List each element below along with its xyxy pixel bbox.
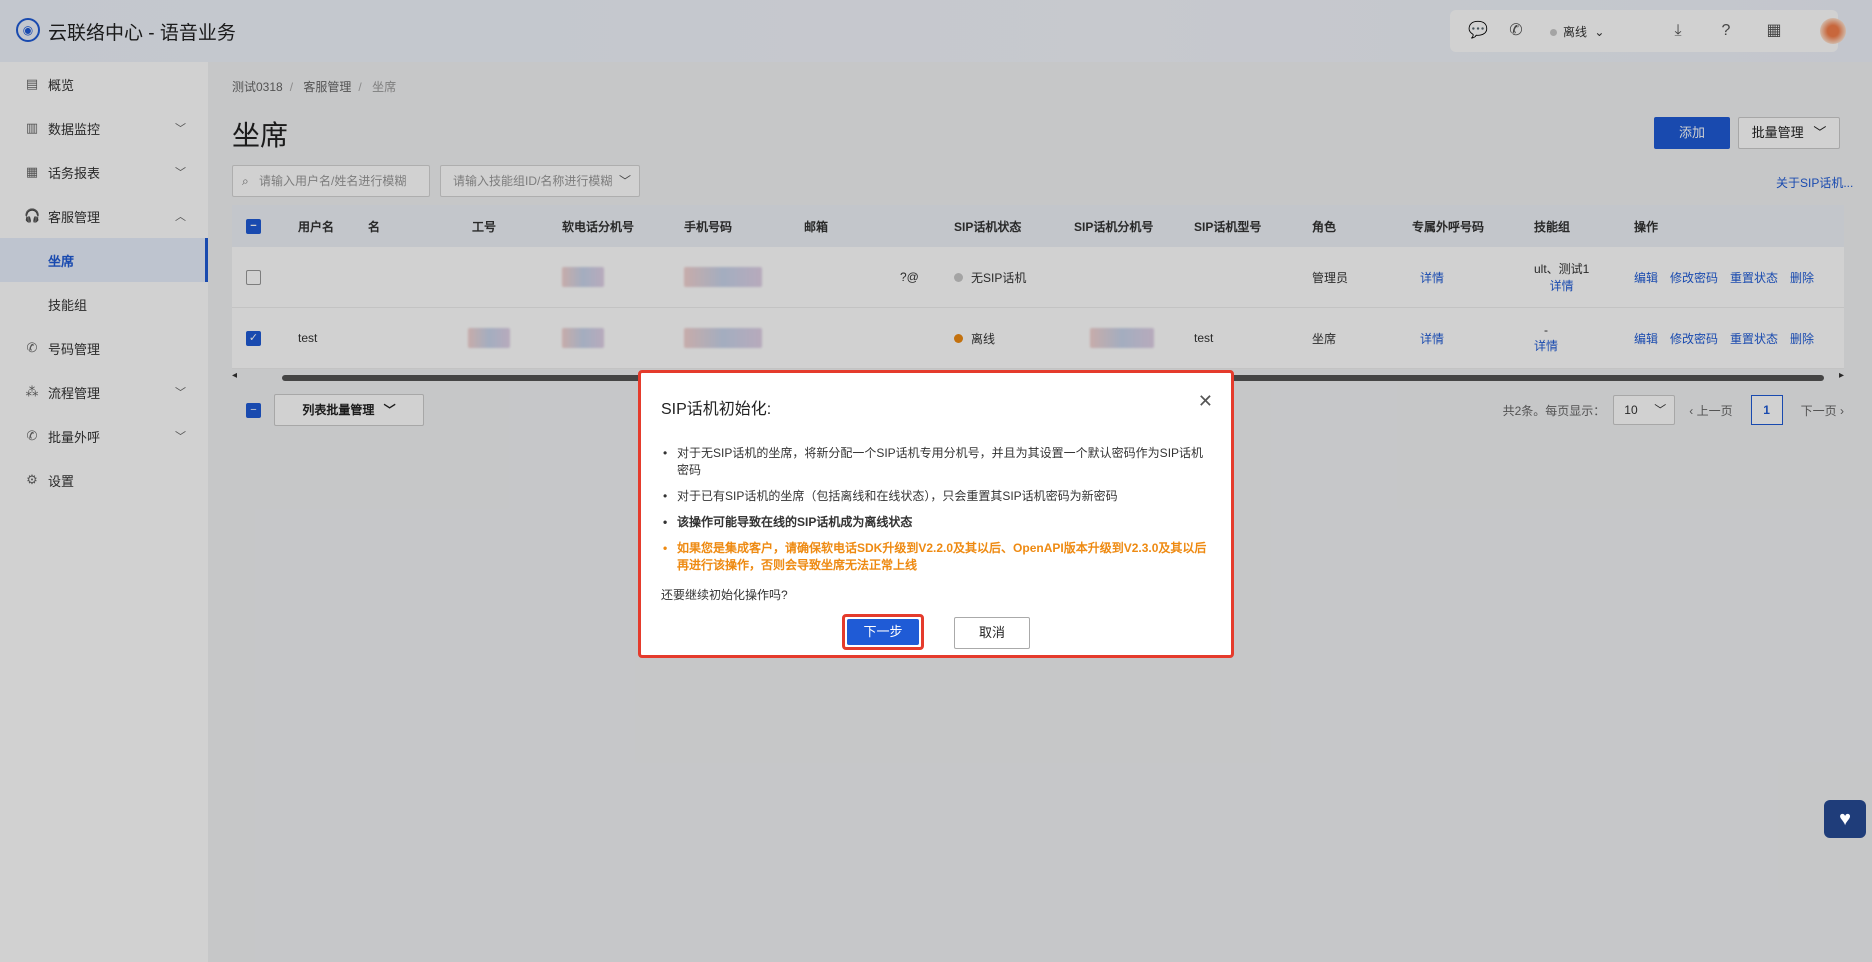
cancel-button[interactable]: 取消 <box>954 617 1030 649</box>
favorite-heart-icon[interactable]: ♥ <box>1824 800 1866 838</box>
dialog-note-warning: 如果您是集成客户，请确保软电话SDK升级到V2.2.0及其以后、OpenAPI版… <box>661 540 1209 574</box>
close-icon[interactable]: ✕ <box>1198 391 1213 412</box>
sip-init-dialog: SIP话机初始化: ✕ 对于无SIP话机的坐席，将新分配一个SIP话机专用分机号… <box>638 370 1234 658</box>
dialog-notes: 对于无SIP话机的坐席，将新分配一个SIP话机专用分机号，并且为其设置一个默认密… <box>661 445 1209 583</box>
next-step-button[interactable]: 下一步 <box>842 614 924 650</box>
next-step-label: 下一步 <box>847 619 919 645</box>
dialog-note-bold: 该操作可能导致在线的SIP话机成为离线状态 <box>661 514 1209 531</box>
dialog-note: 对于已有SIP话机的坐席（包括离线和在线状态），只会重置其SIP话机密码为新密码 <box>661 488 1209 505</box>
dialog-title: SIP话机初始化: <box>661 401 772 418</box>
dialog-note: 对于无SIP话机的坐席，将新分配一个SIP话机专用分机号，并且为其设置一个默认密… <box>661 445 1209 479</box>
dialog-question: 还要继续初始化操作吗? <box>661 588 788 602</box>
